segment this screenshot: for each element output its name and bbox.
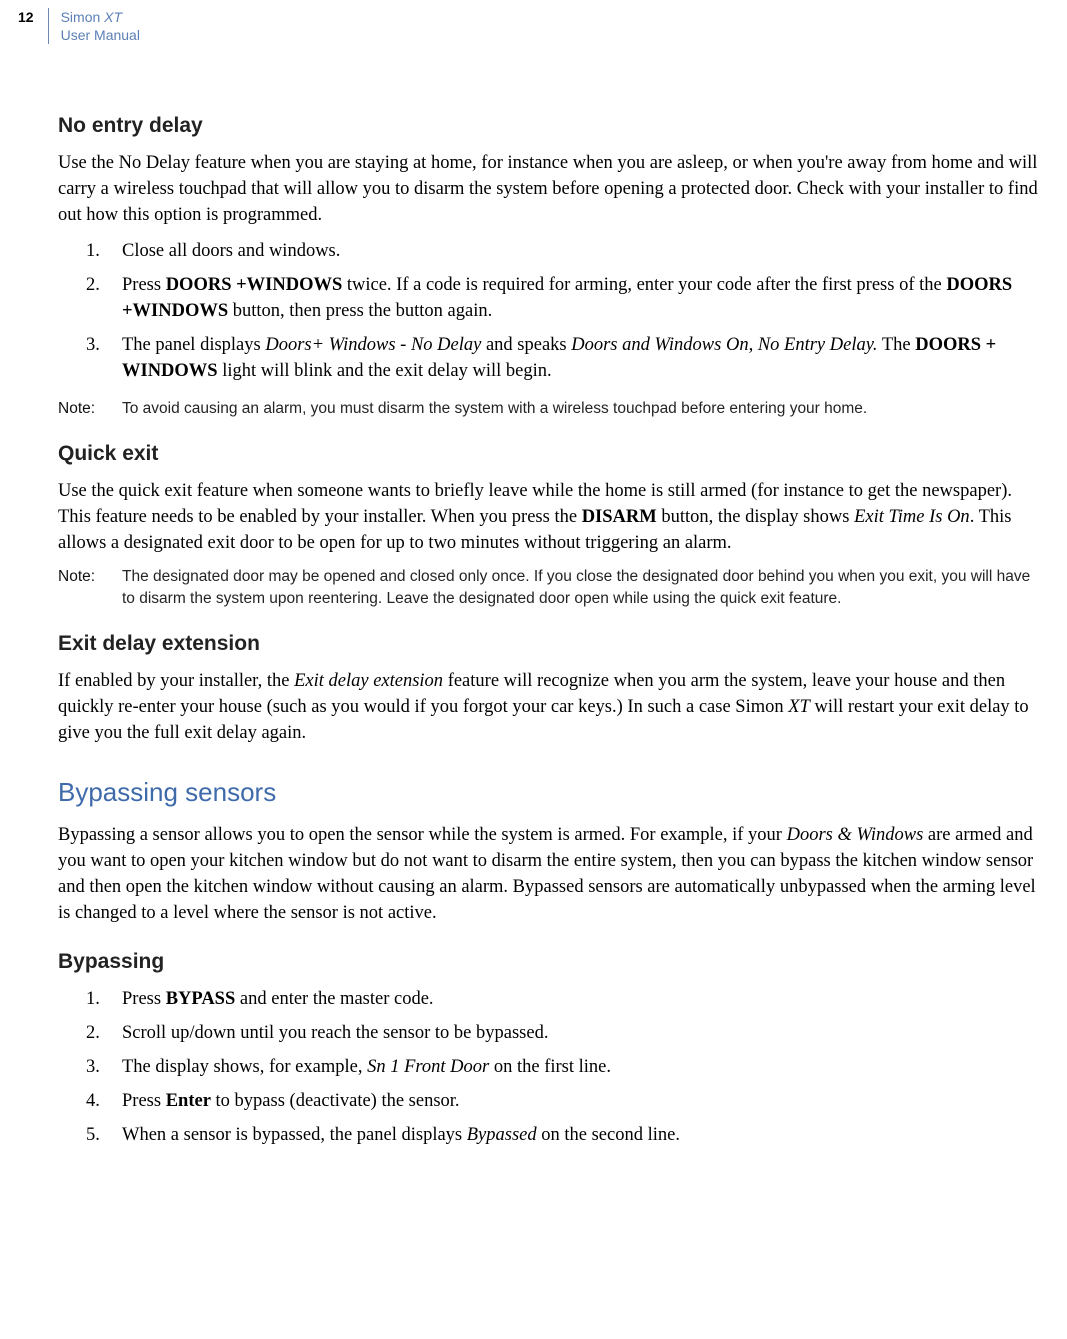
t: light will blink and the exit delay will… bbox=[218, 361, 552, 381]
heading-bypassing-sensors: Bypassing sensors bbox=[58, 776, 1045, 808]
page-number: 12 bbox=[18, 8, 34, 26]
no-entry-steps: 1. Close all doors and windows. 2. Press… bbox=[58, 238, 1045, 384]
t: twice. If a code is required for arming,… bbox=[342, 275, 946, 295]
heading-bypassing: Bypassing bbox=[58, 948, 1045, 976]
page-content: 12 Simon XT User Manual No entry delay U… bbox=[0, 8, 1067, 1206]
t: If enabled by your installer, the bbox=[58, 671, 294, 691]
no-entry-intro: Use the No Delay feature when you are st… bbox=[58, 150, 1045, 228]
step-text: Press BYPASS and enter the master code. bbox=[122, 989, 434, 1009]
step-number: 5. bbox=[86, 1122, 100, 1148]
list-item: 2. Press DOORS +WINDOWS twice. If a code… bbox=[58, 272, 1045, 324]
list-item: 3. The panel displays Doors+ Windows - N… bbox=[58, 332, 1045, 384]
italic: Bypassed bbox=[467, 1125, 537, 1145]
italic: XT bbox=[788, 697, 810, 717]
italic: Exit Time Is On bbox=[854, 507, 970, 527]
step-number: 2. bbox=[86, 272, 100, 298]
manual-title: Simon XT User Manual bbox=[61, 8, 140, 44]
step-text: The display shows, for example, Sn 1 Fro… bbox=[122, 1057, 611, 1077]
quick-exit-intro: Use the quick exit feature when someone … bbox=[58, 478, 1045, 556]
note-label: Note: bbox=[58, 566, 122, 610]
step-number: 1. bbox=[86, 238, 100, 264]
list-item: 2. Scroll up/down until you reach the se… bbox=[58, 1020, 1045, 1046]
list-item: 1. Close all doors and windows. bbox=[58, 238, 1045, 264]
list-item: 5. When a sensor is bypassed, the panel … bbox=[58, 1122, 1045, 1148]
t: on the second line. bbox=[537, 1125, 680, 1145]
bold: DOORS +WINDOWS bbox=[166, 275, 343, 295]
step-text: When a sensor is bypassed, the panel dis… bbox=[122, 1125, 680, 1145]
step-number: 4. bbox=[86, 1088, 100, 1114]
t: Press bbox=[122, 275, 166, 295]
manual-title-italic: XT bbox=[104, 9, 122, 25]
heading-no-entry-delay: No entry delay bbox=[58, 112, 1045, 140]
section-no-entry-delay: No entry delay Use the No Delay feature … bbox=[58, 112, 1045, 420]
section-bypassing-steps: Bypassing 1. Press BYPASS and enter the … bbox=[58, 948, 1045, 1148]
t: The display shows, for example, bbox=[122, 1057, 367, 1077]
bypassing-steps: 1. Press BYPASS and enter the master cod… bbox=[58, 986, 1045, 1148]
bold: Enter bbox=[166, 1091, 211, 1111]
t: Press bbox=[122, 1091, 166, 1111]
t: The panel displays bbox=[122, 335, 265, 355]
t: on the first line. bbox=[489, 1057, 611, 1077]
t: The bbox=[878, 335, 916, 355]
section-exit-delay-extension: Exit delay extension If enabled by your … bbox=[58, 630, 1045, 746]
exit-ext-paragraph: If enabled by your installer, the Exit d… bbox=[58, 668, 1045, 746]
list-item: 3. The display shows, for example, Sn 1 … bbox=[58, 1054, 1045, 1080]
note-text: The designated door may be opened and cl… bbox=[122, 566, 1045, 610]
italic: Exit delay extension bbox=[294, 671, 443, 691]
section-quick-exit: Quick exit Use the quick exit feature wh… bbox=[58, 440, 1045, 610]
t: button, then press the button again. bbox=[228, 301, 492, 321]
t: Press bbox=[122, 989, 166, 1009]
note-quick-exit: Note: The designated door may be opened … bbox=[58, 566, 1045, 610]
step-text: Press Enter to bypass (deactivate) the s… bbox=[122, 1091, 460, 1111]
heading-quick-exit: Quick exit bbox=[58, 440, 1045, 468]
t: When a sensor is bypassed, the panel dis… bbox=[122, 1125, 467, 1145]
note-label: Note: bbox=[58, 398, 122, 420]
page-header: 12 Simon XT User Manual bbox=[0, 8, 1045, 44]
italic: Doors & Windows bbox=[787, 825, 924, 845]
bold: DISARM bbox=[582, 507, 657, 527]
step-number: 1. bbox=[86, 986, 100, 1012]
bypassing-paragraph: Bypassing a sensor allows you to open th… bbox=[58, 822, 1045, 926]
step-number: 3. bbox=[86, 332, 100, 358]
step-text: Scroll up/down until you reach the senso… bbox=[122, 1023, 548, 1043]
list-item: 4. Press Enter to bypass (deactivate) th… bbox=[58, 1088, 1045, 1114]
note-no-entry: Note: To avoid causing an alarm, you mus… bbox=[58, 398, 1045, 420]
step-number: 3. bbox=[86, 1054, 100, 1080]
step-text: The panel displays Doors+ Windows - No D… bbox=[122, 335, 996, 381]
step-text: Close all doors and windows. bbox=[122, 241, 340, 261]
manual-title-bottom: User Manual bbox=[61, 27, 140, 43]
t: and enter the master code. bbox=[235, 989, 433, 1009]
bold: BYPASS bbox=[166, 989, 236, 1009]
step-number: 2. bbox=[86, 1020, 100, 1046]
italic: Doors+ Windows - No Delay bbox=[265, 335, 481, 355]
italic: Doors and Windows On, No Entry Delay. bbox=[571, 335, 877, 355]
italic: Sn 1 Front Door bbox=[367, 1057, 489, 1077]
t: to bypass (deactivate) the sensor. bbox=[211, 1091, 460, 1111]
t: button, the display shows bbox=[657, 507, 854, 527]
step-text: Press DOORS +WINDOWS twice. If a code is… bbox=[122, 275, 1012, 321]
header-divider bbox=[48, 8, 49, 44]
t: Bypassing a sensor allows you to open th… bbox=[58, 825, 787, 845]
heading-exit-delay-extension: Exit delay extension bbox=[58, 630, 1045, 658]
manual-title-top: Simon bbox=[61, 9, 105, 25]
list-item: 1. Press BYPASS and enter the master cod… bbox=[58, 986, 1045, 1012]
t: and speaks bbox=[481, 335, 571, 355]
note-text: To avoid causing an alarm, you must disa… bbox=[122, 398, 1045, 420]
